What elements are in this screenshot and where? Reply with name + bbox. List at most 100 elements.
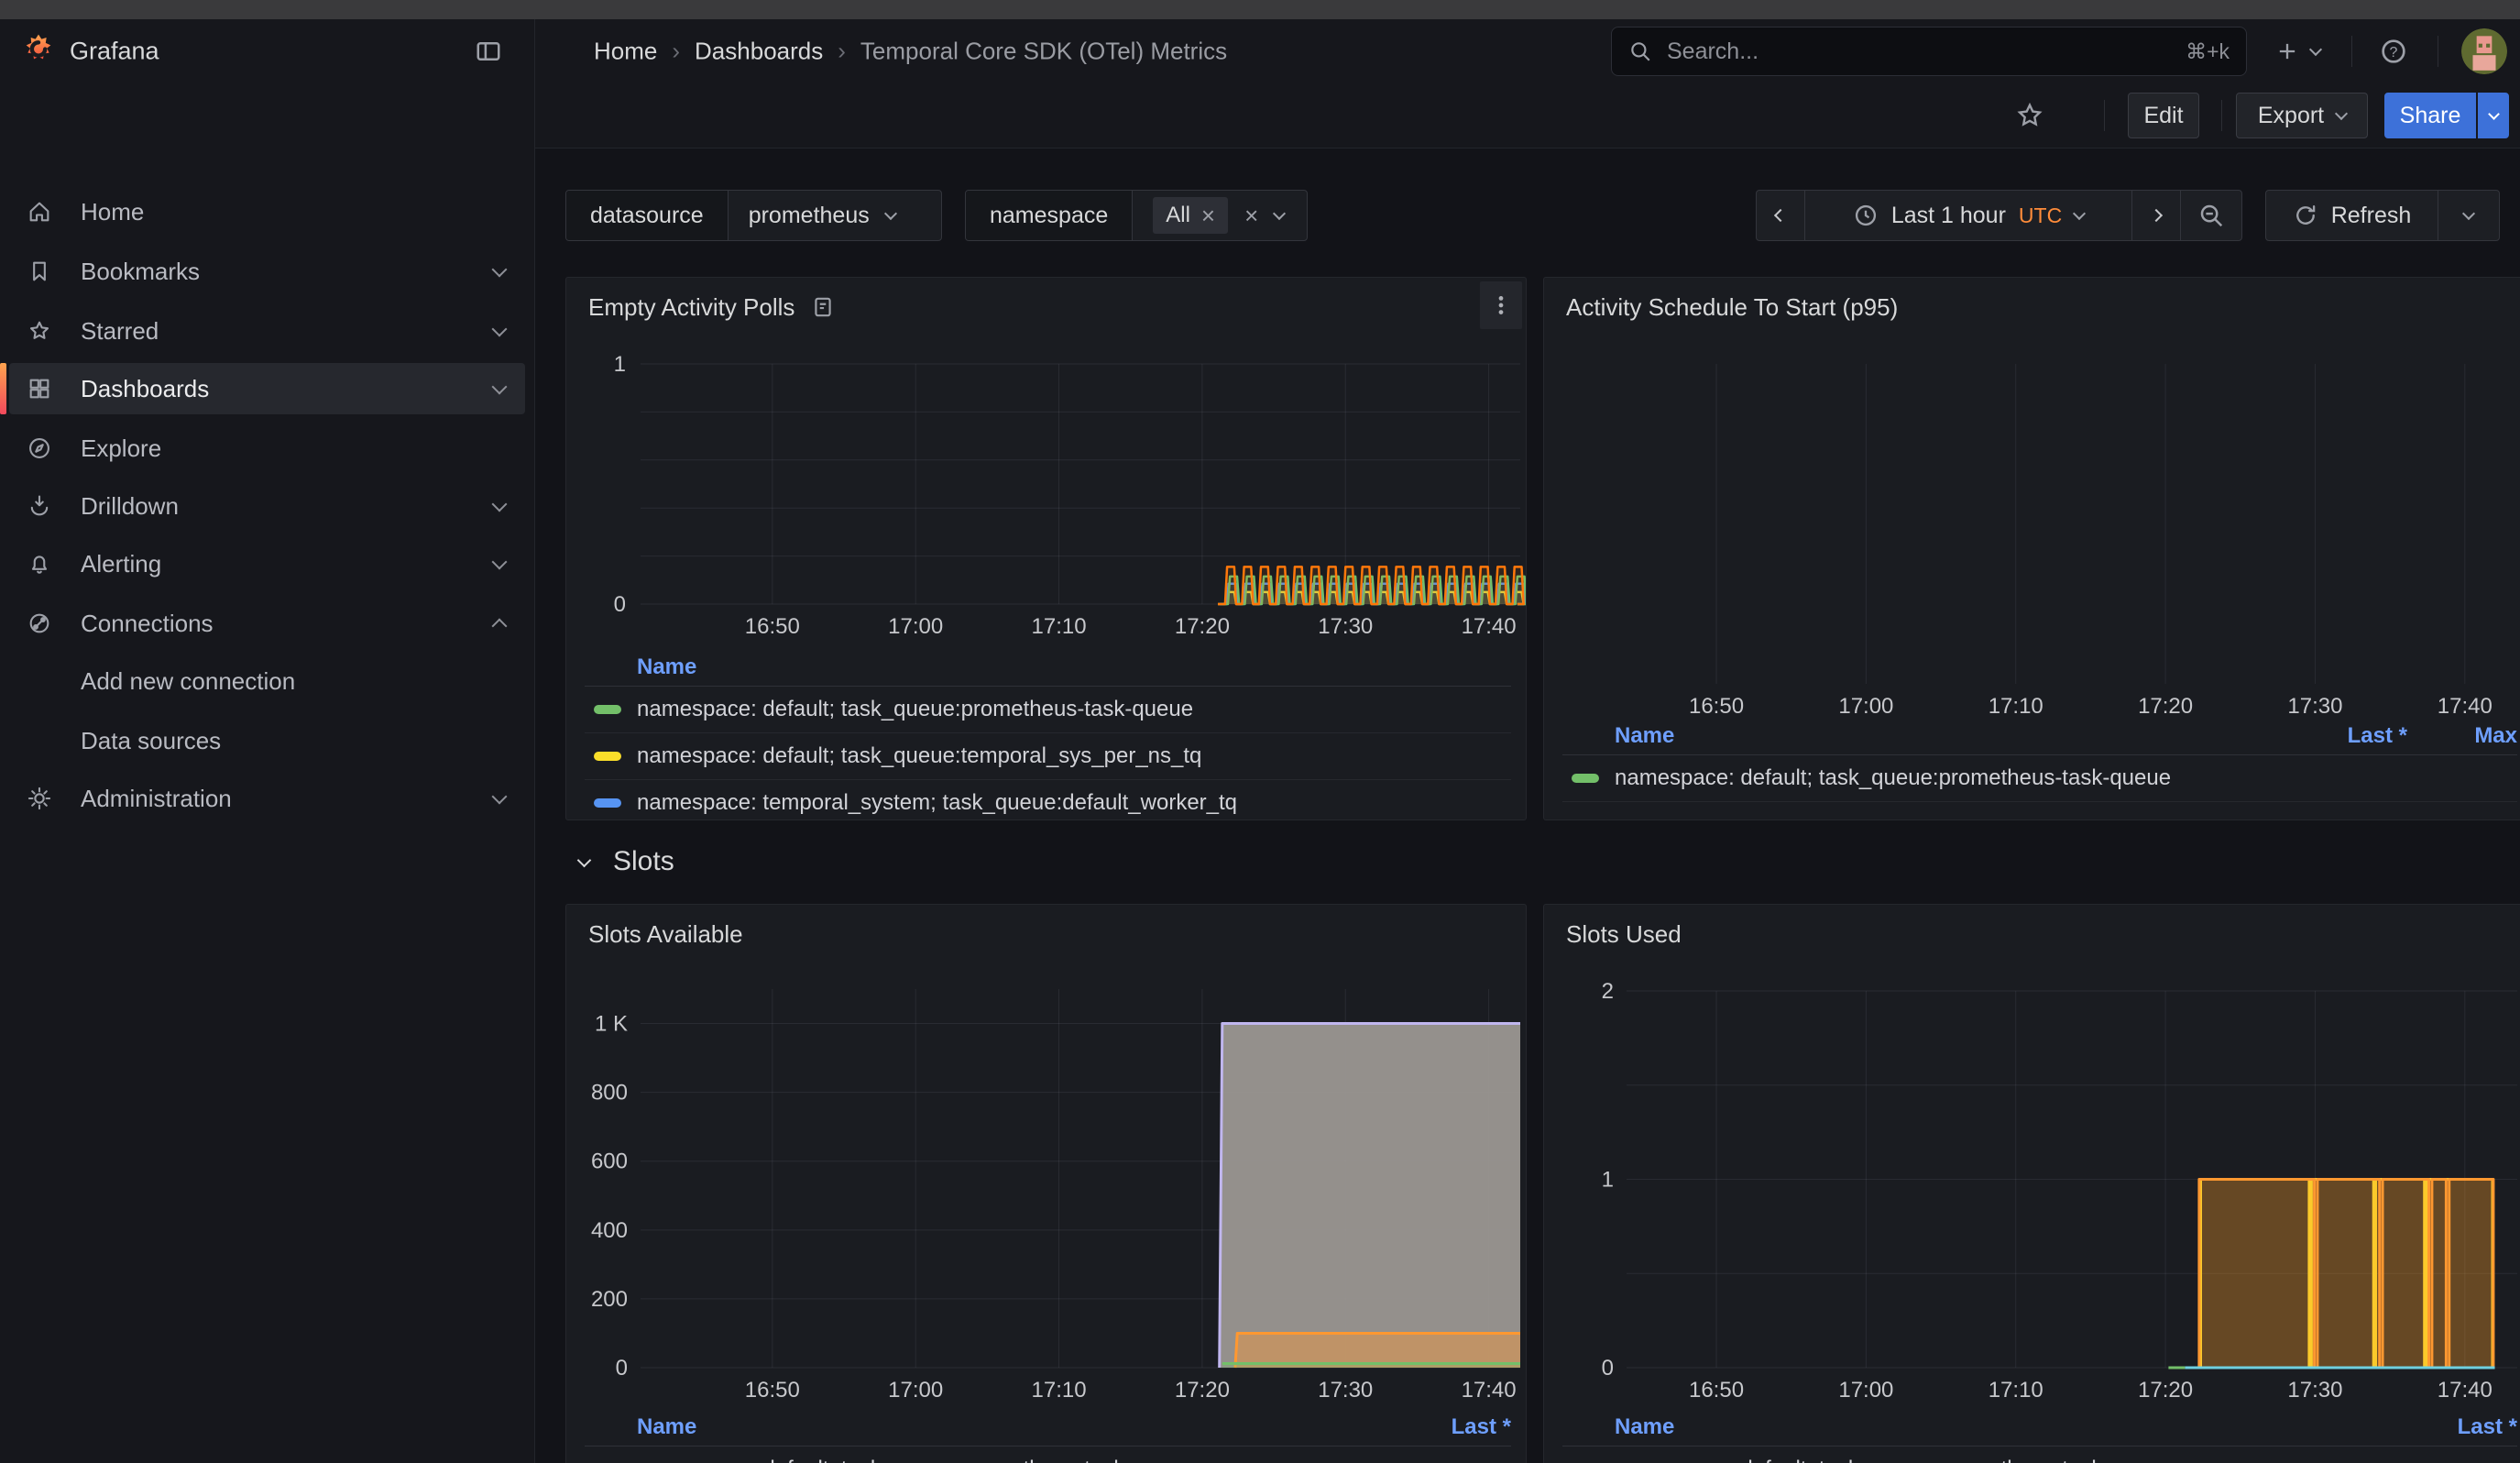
refresh-controls: Refresh	[2265, 190, 2500, 241]
x-tick-label: 17:00	[888, 1378, 943, 1402]
legend-series-name[interactable]: namespace: default; task_queue:temporal_…	[585, 743, 1511, 769]
slots-used-legend[interactable]: NameLast * namespace: default; task_queue…	[1562, 1409, 2517, 1463]
chevron-down-icon	[492, 322, 508, 337]
legend-series-name[interactable]: namespace: temporal_system; task_queue:d…	[585, 790, 1511, 816]
empty-activity-polls-chart[interactable]: 16:5017:0017:1017:2017:3017:4001	[566, 351, 1527, 663]
user-avatar[interactable]	[2461, 28, 2507, 74]
dock-sidebar-icon[interactable]	[475, 38, 502, 65]
row-header-slots[interactable]: Slots	[579, 843, 674, 880]
svg-text:?: ?	[2390, 45, 2398, 60]
legend-column-name[interactable]: Name	[585, 1414, 1383, 1440]
search-input[interactable]: Search... ⌘+k	[1611, 27, 2247, 76]
chevron-down-icon	[2335, 107, 2348, 120]
panel-menu-button[interactable]	[1480, 281, 1522, 329]
chevron-down-icon	[1273, 207, 1286, 220]
sidebar-item-explore[interactable]: Explore	[9, 423, 525, 474]
panel-activity-schedule-to-start: Activity Schedule To Start (p95) 16:5017…	[1543, 277, 2520, 820]
series-color-pill[interactable]	[594, 752, 621, 761]
activity-schedule-to-start-p95-chart[interactable]: 16:5017:0017:1017:2017:3017:40	[1544, 351, 2520, 745]
breadcrumb-item-dashboards[interactable]: Dashboards	[695, 38, 823, 66]
empty-activity-polls-legend[interactable]: Name namespace: default; task_queue:prome…	[585, 649, 1511, 820]
panel-title[interactable]: Empty Activity Polls	[588, 293, 794, 322]
sidebar-item-administration[interactable]: Administration	[9, 773, 525, 824]
refresh-interval-button[interactable]	[2438, 190, 2500, 241]
activity-schedule-to-start-p95-legend[interactable]: NameLast *Max namespace: default; task_qu…	[1562, 718, 2517, 802]
sidebar-item-label: Add new connection	[81, 667, 295, 696]
edit-button[interactable]: Edit	[2128, 93, 2199, 138]
slots-used-chart[interactable]: 16:5017:0017:1017:2017:3017:40012	[1544, 978, 2520, 1418]
legend-column-last[interactable]: Last *	[1383, 1414, 1511, 1440]
grafana-app-window: Grafana Home›Dashboards›Temporal Core SD…	[0, 0, 2520, 1463]
sidebar-item-drilldown[interactable]: Drilldown	[9, 480, 525, 532]
search-shortcut: ⌘+k	[2186, 39, 2230, 64]
namespace-value-tag[interactable]: All ×	[1153, 197, 1228, 234]
panel-description-icon[interactable]	[811, 295, 835, 319]
export-button[interactable]: Export	[2236, 93, 2368, 138]
sidebar-item-bookmarks[interactable]: Bookmarks	[9, 246, 525, 297]
time-shift-forward-button[interactable]	[2131, 190, 2181, 241]
x-tick-label: 17:40	[1462, 1378, 1517, 1402]
series-color-pill[interactable]	[1572, 774, 1599, 783]
legend-column-max[interactable]: Max	[2407, 723, 2517, 749]
legend-series-name[interactable]: namespace: default; task_queue:prometheu…	[585, 1457, 1383, 1463]
panel-title[interactable]: Slots Used	[1566, 920, 1682, 949]
panel-title[interactable]: Slots Available	[588, 920, 743, 949]
sidebar-item-alerting[interactable]: Alerting	[9, 538, 525, 589]
panel-empty-activity-polls: Empty Activity Polls 16:5017:0017:1017:2…	[565, 277, 1527, 820]
x-tick-label: 17:20	[2138, 1378, 2193, 1402]
series-color-pill[interactable]	[594, 798, 621, 808]
gear-icon	[26, 786, 53, 811]
zoom-out-time-button[interactable]	[2180, 190, 2242, 241]
sidebar-item-home[interactable]: Home	[9, 186, 525, 237]
remove-value-icon[interactable]: ×	[1201, 204, 1215, 227]
share-button[interactable]: Share	[2384, 93, 2476, 138]
slots-available-legend[interactable]: NameLast * namespace: default; task_queue…	[585, 1409, 1511, 1463]
sidebar-item-label: Bookmarks	[81, 258, 200, 286]
favorite-star-icon[interactable]	[2015, 101, 2044, 130]
sidebar-item-connections[interactable]: Connections	[9, 598, 525, 649]
grafana-logo[interactable]	[20, 33, 57, 70]
namespace-variable-select[interactable]: All × ×	[1133, 191, 1304, 240]
legend-column-name[interactable]: Name	[1562, 723, 2270, 749]
time-shift-back-button[interactable]	[1756, 190, 1805, 241]
sidebar-item-data-sources[interactable]: Data sources	[9, 715, 525, 766]
y-tick-label: 800	[591, 1081, 628, 1106]
sidebar-item-add-new-connection[interactable]: Add new connection	[9, 655, 525, 707]
slots-available-chart[interactable]: 16:5017:0017:1017:2017:3017:400200400600…	[566, 978, 1527, 1418]
x-tick-label: 17:10	[1032, 614, 1087, 639]
share-menu-button[interactable]	[2478, 93, 2509, 138]
x-tick-label: 17:10	[1032, 1378, 1087, 1402]
sidebar-item-label: Explore	[81, 434, 161, 463]
toolbar-divider	[2221, 100, 2222, 131]
legend-series-label: namespace: default; task_queue:prometheu…	[637, 1457, 1193, 1463]
legend-column-name[interactable]: Name	[1562, 1414, 2389, 1440]
legend-series-label: namespace: temporal_system; task_queue:d…	[637, 790, 1237, 816]
search-icon	[1628, 39, 1652, 63]
refresh-button[interactable]: Refresh	[2265, 190, 2438, 241]
legend-row: namespace: default; task_queue:temporal_…	[585, 733, 1511, 780]
legend-column-last[interactable]: Last *	[2389, 1414, 2517, 1440]
sidebar-item-starred[interactable]: Starred	[9, 305, 525, 357]
time-range-picker[interactable]: Last 1 hour UTC	[1804, 190, 2132, 241]
x-tick-label: 17:40	[2438, 1378, 2493, 1402]
legend-header: Name	[585, 649, 1511, 687]
y-tick-label: 0	[616, 1356, 628, 1380]
window-titlebar	[0, 0, 2520, 19]
help-button[interactable]: ?	[2379, 37, 2408, 66]
legend-series-name[interactable]: namespace: default; task_queue:prometheu…	[1562, 765, 2270, 791]
brand-title: Grafana	[70, 38, 159, 66]
sidebar-item-dashboards[interactable]: Dashboards	[9, 363, 525, 414]
panel-title[interactable]: Activity Schedule To Start (p95)	[1566, 293, 1898, 322]
clear-all-icon[interactable]: ×	[1244, 204, 1258, 227]
legend-series-name[interactable]: namespace: default; task_queue:prometheu…	[1562, 1457, 2389, 1463]
legend-row: namespace: default; task_queue:prometheu…	[585, 1446, 1511, 1463]
breadcrumb-item-home[interactable]: Home	[594, 38, 657, 66]
add-new-button[interactable]	[2274, 38, 2320, 64]
x-tick-label: 17:10	[1989, 694, 2043, 719]
legend-column-last[interactable]: Last *	[2270, 723, 2407, 749]
sidebar-item-label: Home	[81, 198, 144, 226]
legend-series-name[interactable]: namespace: default; task_queue:prometheu…	[585, 697, 1511, 722]
series-color-pill[interactable]	[594, 705, 621, 714]
datasource-variable-select[interactable]: prometheus	[729, 191, 915, 240]
legend-column-name[interactable]: Name	[585, 654, 1511, 680]
